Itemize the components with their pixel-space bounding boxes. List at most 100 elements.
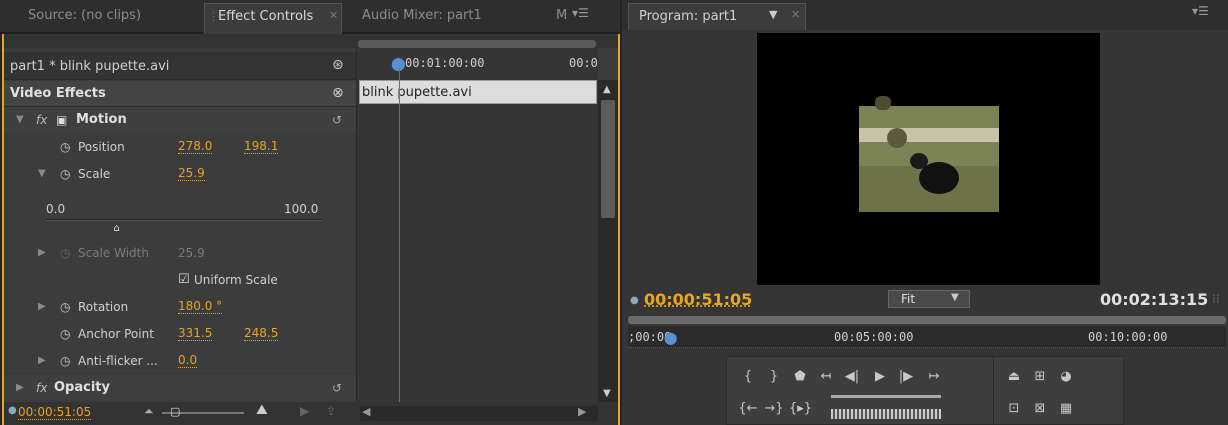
toggle-loop-icon[interactable]: ⇪ — [326, 404, 336, 418]
lift-icon[interactable]: ⏏ — [1003, 369, 1025, 384]
tab-source[interactable]: Source: (no clips) — [28, 8, 141, 23]
button-group-edit — [993, 357, 994, 424]
opacity-label: Opacity — [54, 380, 110, 395]
h-scrollbar[interactable] — [360, 406, 598, 421]
tab-effect-controls-bg[interactable]: ⋮ Effect Controls ✕ — [204, 3, 342, 34]
expand-triangle-icon[interactable]: ▶ — [38, 247, 46, 258]
tab-effect-controls[interactable]: Effect Controls — [218, 9, 313, 24]
clip-bar[interactable]: blink pupette.avi — [359, 80, 597, 104]
clear-out-icon[interactable]: →} — [763, 401, 785, 416]
panel-menu-icon[interactable]: ▾☰ — [1192, 4, 1209, 18]
anchor-x[interactable]: 331.5 — [178, 326, 213, 341]
fit-label: Fit — [901, 292, 916, 306]
position-x[interactable]: 278.0 — [178, 139, 213, 154]
scroll-thumb[interactable] — [601, 100, 615, 218]
mark-in-icon[interactable]: { — [737, 369, 759, 384]
frame-ball — [887, 128, 907, 148]
export-frame-icon[interactable]: ◕ — [1055, 369, 1077, 384]
uniform-scale-label[interactable]: Uniform Scale — [194, 273, 278, 287]
scroll-left-icon[interactable]: ◀ — [362, 405, 370, 418]
show-hide-timeline-icon[interactable]: ⊛ — [332, 57, 344, 73]
stopwatch-icon[interactable]: ◷ — [60, 300, 70, 314]
go-to-out-icon[interactable]: ↦ — [923, 369, 945, 384]
add-marker-icon[interactable]: ⬟ — [789, 369, 811, 384]
fx-badge[interactable]: fx — [36, 381, 47, 395]
stopwatch-icon[interactable]: ◷ — [60, 140, 70, 154]
output-icon[interactable]: ⊠ — [1029, 401, 1051, 416]
expand-triangle-icon[interactable]: ▶ — [38, 301, 46, 312]
frame-dog-head — [910, 153, 928, 169]
expand-triangle-icon[interactable]: ▼ — [16, 114, 24, 125]
frame-path — [859, 128, 999, 142]
position-y[interactable]: 198.1 — [244, 139, 279, 154]
step-back-icon[interactable]: ◀| — [841, 369, 863, 384]
zoom-thumb[interactable]: ▢ — [170, 405, 180, 418]
play-in-to-out-icon[interactable]: {▸} — [789, 401, 812, 416]
ec-time-2: 00:0 — [569, 56, 598, 70]
dropdown-icon[interactable]: ▼ — [769, 8, 777, 21]
anchor-point-row: ◷ Anchor Point 331.5 248.5 — [4, 321, 356, 347]
scale-value[interactable]: 25.9 — [178, 166, 205, 181]
close-icon[interactable]: ✕ — [791, 8, 800, 21]
play-audio-icon[interactable]: ▶ — [300, 404, 309, 418]
collapse-icon[interactable]: ⊗ — [332, 85, 344, 101]
expand-triangle-icon[interactable]: ▼ — [38, 168, 46, 179]
fit-dropdown[interactable]: Fit ▼ — [888, 290, 970, 308]
fx-badge[interactable]: fx — [36, 113, 47, 127]
go-to-in-icon[interactable]: ↤ — [815, 369, 837, 384]
scale-width-label: Scale Width — [78, 245, 149, 260]
program-zoom-bar[interactable] — [628, 316, 1226, 324]
ec-scroll-zoom-bar[interactable] — [358, 40, 596, 48]
mark-out-icon[interactable]: } — [763, 369, 785, 384]
tab-more[interactable]: M — [556, 8, 567, 23]
jog-wheel[interactable] — [831, 409, 941, 419]
ec-timeline: 00:01:00:00 00:0 ⬤ blink pupette.avi — [356, 48, 598, 402]
scroll-right-icon[interactable]: ▶ — [578, 405, 586, 418]
tab-audio-mixer[interactable]: Audio Mixer: part1 — [362, 8, 482, 23]
stopwatch-icon: ◷ — [60, 245, 71, 260]
stopwatch-icon[interactable]: ◷ — [60, 354, 70, 368]
program-ruler: ;00:00 ⬤ 00:05:00:00 00:10:00:00 — [628, 326, 1226, 348]
stopwatch-icon[interactable]: ◷ — [60, 327, 70, 341]
step-forward-icon[interactable]: |▶ — [895, 369, 917, 384]
antiflicker-row: ▶ ◷ Anti-flicker ... 0.0 — [4, 348, 356, 374]
ruler-end: 00:10:00:00 — [1088, 330, 1168, 344]
play-icon[interactable]: ▶ — [869, 369, 891, 384]
expand-triangle-icon[interactable]: ▶ — [16, 382, 24, 393]
antiflicker-value[interactable]: 0.0 — [178, 353, 198, 368]
scroll-up-icon[interactable]: ▲ — [603, 84, 611, 95]
close-icon[interactable]: ✕ — [329, 9, 338, 22]
ec-timecode[interactable]: 00:00:51:05 — [18, 405, 92, 420]
zoom-in-icon[interactable]: ⛰ — [256, 402, 268, 418]
program-tab-bar: Program: part1 ▼ ✕ ▾☰ — [622, 0, 1228, 30]
ec-footer: ● 00:00:51:05 ⏶ ▢ ⛰ ▶ ⇪ ◀ ▶ — [4, 402, 618, 425]
trim-monitor-icon[interactable]: ▦ — [1055, 401, 1077, 416]
rotation-value[interactable]: 180.0 ° — [178, 299, 223, 314]
uniform-scale-checkbox[interactable]: ☑ — [178, 272, 190, 287]
opacity-row: ▶ fx Opacity ↺ — [4, 375, 356, 401]
stopwatch-icon[interactable]: ◷ — [60, 167, 70, 181]
clip-bar-label: blink pupette.avi — [362, 85, 472, 100]
panel-menu-icon[interactable]: ▾☰ — [572, 6, 589, 20]
slider-track[interactable] — [46, 219, 322, 221]
zoom-out-icon[interactable]: ⏶ — [144, 404, 154, 419]
reset-icon[interactable]: ↺ — [332, 113, 342, 127]
slider-thumb[interactable]: ⌂ — [113, 223, 119, 234]
clear-in-icon[interactable]: {← — [737, 401, 759, 416]
v-scrollbar[interactable]: ▲ ▼ — [598, 80, 618, 402]
scroll-down-icon[interactable]: ▼ — [603, 388, 611, 399]
motion-row: ▼ fx ▣ Motion ↺ — [4, 107, 356, 133]
slider-min: 0.0 — [46, 202, 66, 216]
program-timecode[interactable]: 00:00:51:05 — [644, 290, 752, 309]
safe-margins-icon[interactable]: ⊡ — [1003, 401, 1025, 416]
shuttle-slider[interactable] — [831, 395, 941, 398]
program-tab[interactable]: Program: part1 ▼ ✕ — [628, 3, 806, 30]
playhead-handle-icon[interactable]: ⬤ — [664, 331, 677, 345]
playhead-line — [399, 68, 400, 402]
extract-icon[interactable]: ⊞ — [1029, 369, 1051, 384]
motion-icon[interactable]: ▣ — [56, 113, 67, 127]
anchor-y[interactable]: 248.5 — [244, 326, 279, 341]
reset-icon[interactable]: ↺ — [332, 381, 342, 395]
expand-triangle-icon[interactable]: ▶ — [38, 355, 46, 366]
scale-width-row: ▶ ◷ Scale Width 25.9 — [4, 240, 356, 266]
